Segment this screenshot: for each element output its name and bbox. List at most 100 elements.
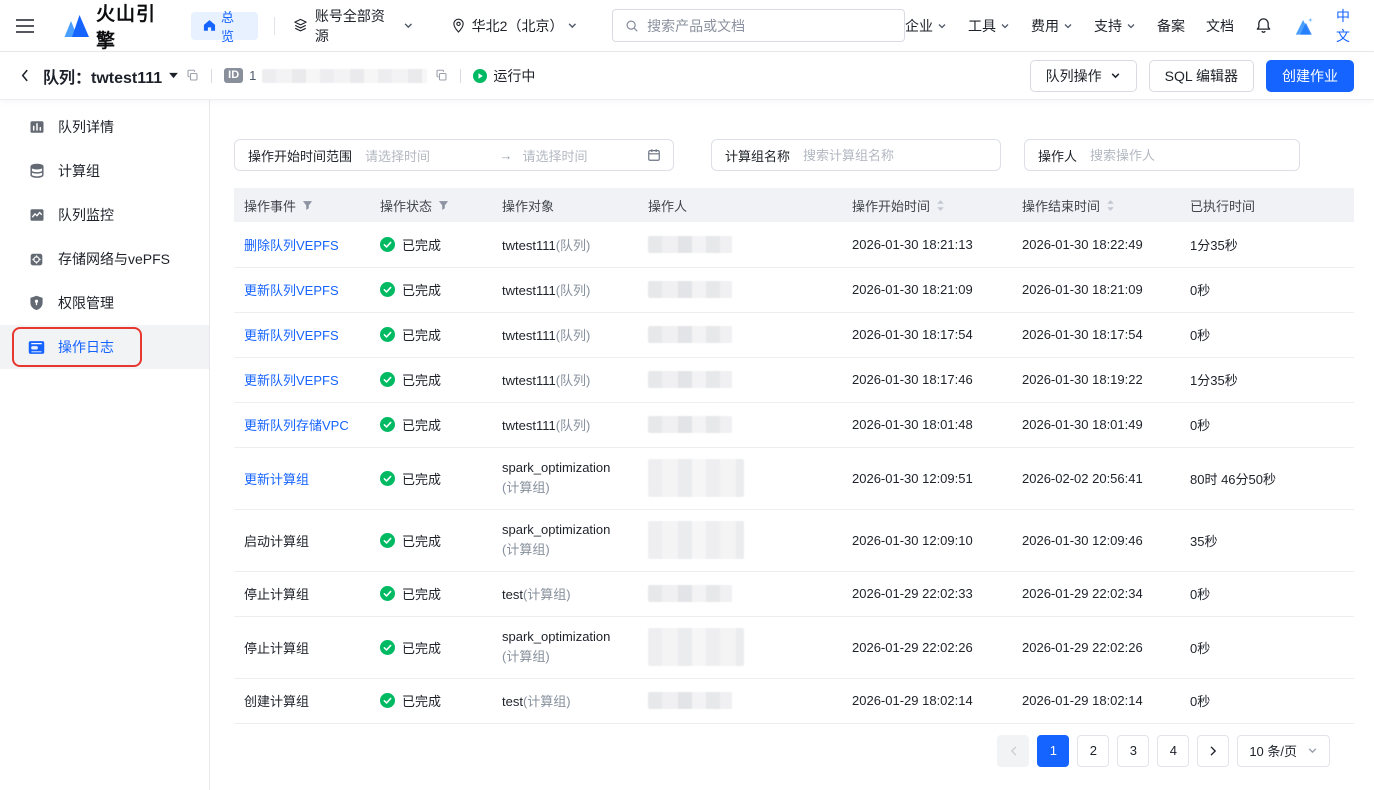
operator-cell	[638, 402, 842, 447]
event-cell: 更新队列存储VPC	[234, 402, 370, 447]
duration-cell: 0秒	[1180, 402, 1354, 447]
menu-icp[interactable]: 备案	[1157, 16, 1185, 36]
event-link[interactable]: 更新队列VEPFS	[244, 373, 339, 388]
duration-cell: 0秒	[1180, 571, 1354, 616]
sql-editor-button[interactable]: SQL 编辑器	[1149, 60, 1254, 92]
hamburger-menu-icon[interactable]	[16, 19, 34, 33]
sidebar-item-label: 权限管理	[58, 293, 114, 313]
menu-support[interactable]: 支持	[1094, 16, 1136, 36]
col-event: 操作事件	[234, 188, 370, 222]
filter-icon[interactable]	[438, 200, 449, 211]
object-type: (队列)	[556, 373, 591, 388]
event-cell: 更新队列VEPFS	[234, 312, 370, 357]
filter-icon[interactable]	[302, 200, 313, 211]
compute-group-search-input[interactable]	[803, 148, 1000, 163]
menu-enterprise[interactable]: 企业	[905, 16, 947, 36]
menu-docs[interactable]: 文档	[1206, 16, 1234, 36]
copy-id-icon[interactable]	[435, 69, 448, 82]
time-range-filter[interactable]: 操作开始时间范围 请选择时间 → 请选择时间	[234, 139, 674, 171]
sidebar-item-label: 存储网络与vePFS	[58, 249, 170, 269]
sort-icon[interactable]	[1106, 199, 1115, 212]
page-size-select[interactable]: 10 条/页	[1237, 735, 1330, 767]
product-search-box[interactable]	[612, 9, 905, 42]
object-type: (计算组)	[523, 694, 571, 709]
time-start-placeholder[interactable]: 请选择时间	[365, 146, 490, 165]
sidebar-item-permissions[interactable]: 权限管理	[0, 281, 209, 325]
page-button-4[interactable]: 4	[1157, 735, 1189, 767]
chevron-down-icon	[1000, 21, 1010, 31]
event-cell: 更新队列VEPFS	[234, 267, 370, 312]
start-time-cell: 2026-01-30 12:09:51	[842, 447, 1012, 509]
duration-cell: 35秒	[1180, 509, 1354, 571]
sidebar-item-queue-details[interactable]: 队列详情	[0, 105, 209, 149]
chevron-down-icon	[1307, 745, 1318, 756]
menu-tools[interactable]: 工具	[968, 16, 1010, 36]
operator-redacted	[648, 521, 744, 559]
event-text: 停止计算组	[244, 641, 309, 656]
duration-cell: 0秒	[1180, 312, 1354, 357]
object-name: test	[502, 694, 523, 709]
sort-icon[interactable]	[936, 199, 945, 212]
time-end-placeholder[interactable]: 请选择时间	[523, 146, 648, 165]
event-link[interactable]: 更新队列存储VPC	[244, 418, 349, 433]
operation-log-table: 操作事件 操作状态 操作对象 操作人 操作开始时间 操作结束时间 已执行时间 删…	[234, 188, 1354, 724]
event-link[interactable]: 删除队列VEPFS	[244, 238, 339, 253]
calendar-icon[interactable]	[647, 148, 673, 162]
object-type: (队列)	[556, 328, 591, 343]
chevron-down-icon	[567, 20, 578, 31]
pagination: 1 2 3 4 10 条/页	[234, 735, 1354, 767]
user-avatar[interactable]	[1293, 16, 1315, 35]
status-text: 已完成	[402, 280, 441, 299]
brand-logo[interactable]: 火山引擎	[62, 0, 173, 53]
object-cell: test(计算组)	[492, 678, 638, 723]
object-type: (计算组)	[502, 478, 628, 498]
duration: 0秒	[1190, 418, 1210, 433]
overview-label: 总览	[221, 7, 246, 45]
operator-search-input[interactable]	[1090, 148, 1299, 163]
sidebar-item-storage-vepfs[interactable]: 存储网络与vePFS	[0, 237, 209, 281]
event-link[interactable]: 更新队列VEPFS	[244, 283, 339, 298]
resource-selector[interactable]: 账号全部资源	[293, 6, 414, 46]
status-cell: 已完成	[370, 616, 492, 678]
monitor-chart-icon	[28, 207, 45, 223]
check-circle-icon	[380, 586, 395, 601]
prev-page-button[interactable]	[997, 735, 1029, 767]
menu-billing[interactable]: 费用	[1031, 16, 1073, 36]
compute-group-filter[interactable]: 计算组名称	[711, 139, 1001, 171]
region-selector[interactable]: 华北2（北京）	[452, 16, 578, 36]
queue-actions-button[interactable]: 队列操作	[1030, 60, 1137, 92]
database-icon	[28, 163, 45, 179]
sidebar-item-compute-groups[interactable]: 计算组	[0, 149, 209, 193]
title-dropdown-caret-icon[interactable]	[169, 72, 178, 79]
object-cell: test(计算组)	[492, 571, 638, 616]
create-job-button[interactable]: 创建作业	[1266, 60, 1354, 92]
language-toggle[interactable]: 中文	[1336, 6, 1352, 46]
overview-button[interactable]: 总览	[191, 12, 258, 40]
sidebar-item-queue-monitoring[interactable]: 队列监控	[0, 193, 209, 237]
operator-cell	[638, 357, 842, 402]
event-link[interactable]: 更新队列VEPFS	[244, 328, 339, 343]
duration: 0秒	[1190, 694, 1210, 709]
back-button[interactable]	[20, 68, 29, 83]
entity-label: 队列：	[43, 70, 91, 87]
sidebar-item-operation-log[interactable]: 操作日志	[0, 325, 209, 369]
event-link[interactable]: 更新计算组	[244, 472, 309, 487]
product-search-input[interactable]	[647, 18, 892, 34]
resource-selector-label: 账号全部资源	[315, 6, 396, 46]
volcano-logo-icon	[62, 15, 89, 37]
copy-name-icon[interactable]	[186, 69, 199, 82]
end-time-cell: 2026-01-30 18:19:22	[1012, 357, 1180, 402]
operator-filter[interactable]: 操作人	[1024, 139, 1300, 171]
start-time: 2026-01-30 18:21:09	[852, 282, 973, 297]
chevron-left-icon	[1010, 746, 1017, 756]
notification-bell-icon[interactable]	[1255, 17, 1272, 34]
layers-icon	[293, 18, 308, 33]
page-button-3[interactable]: 3	[1117, 735, 1149, 767]
end-time-cell: 2026-01-30 12:09:46	[1012, 509, 1180, 571]
page-button-2[interactable]: 2	[1077, 735, 1109, 767]
next-page-button[interactable]	[1197, 735, 1229, 767]
page-button-1[interactable]: 1	[1037, 735, 1069, 767]
end-time-cell: 2026-01-29 18:02:14	[1012, 678, 1180, 723]
duration: 0秒	[1190, 641, 1210, 656]
start-time: 2026-01-30 18:21:13	[852, 237, 973, 252]
